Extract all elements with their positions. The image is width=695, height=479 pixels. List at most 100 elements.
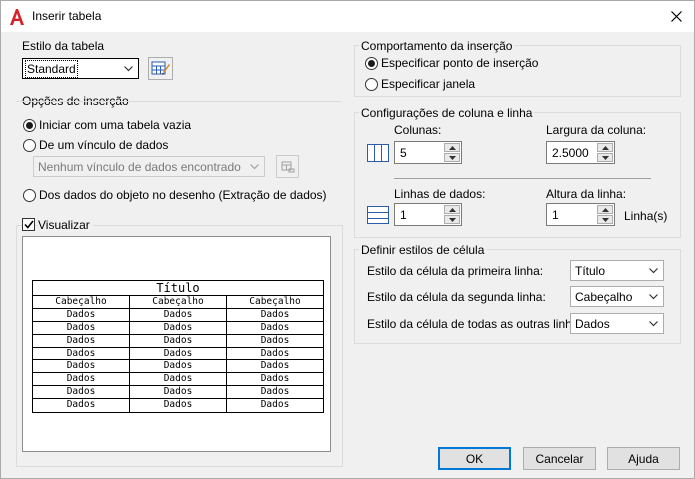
preview-data-cell: Dados	[130, 347, 227, 360]
preview-data-cell: Dados	[130, 321, 227, 334]
radio-extract-data-label: Dos dados do objeto no desenho (Extração…	[39, 188, 327, 202]
preview-header-cell: Cabeçalho	[249, 296, 301, 307]
preview-data-cell: Dados	[260, 373, 290, 385]
second-row-style-select[interactable]: Cabeçalho	[570, 286, 664, 307]
table-brush-icon	[151, 61, 170, 75]
column-width-label: Largura da coluna:	[546, 123, 647, 137]
preview-checkbox-label: Visualizar	[38, 218, 93, 232]
spin-down-icon[interactable]	[597, 215, 613, 224]
columns-value: 5	[400, 146, 407, 160]
spinner-buttons	[597, 205, 613, 224]
radio-circle	[23, 188, 36, 202]
spinner-buttons	[597, 143, 613, 162]
spinner-buttons	[444, 205, 460, 224]
preview-data-cell: Dados	[130, 373, 227, 386]
radio-specify-point-label: Especificar ponto de inserção	[381, 56, 539, 70]
table-style-select[interactable]: Standard	[22, 58, 139, 79]
preview-data-cell: Dados	[33, 399, 130, 413]
preview-data-row: Dados Dados Dados	[33, 321, 323, 335]
preview-data-row: Dados Dados Dados	[33, 334, 323, 348]
table-preview: Título Cabeçalho Cabeçalho Cabeçalho Dad…	[22, 236, 331, 452]
preview-data-row: Dados Dados Dados	[33, 308, 323, 322]
radio-extract-data[interactable]: Dos dados do objeto no desenho (Extração…	[23, 188, 327, 202]
window-title: Inserir tabela	[32, 9, 102, 23]
preview-header-cell: Cabeçalho	[33, 296, 130, 308]
chevron-down-icon	[646, 314, 660, 333]
preview-data-cell: Dados	[260, 308, 290, 320]
rows-icon	[367, 206, 389, 224]
spinner-buttons	[444, 143, 460, 162]
row-height-label: Altura da linha:	[546, 187, 627, 201]
preview-data-row: Dados Dados Dados	[33, 399, 323, 413]
cell-styles-label: Definir estilos de célula	[359, 243, 487, 257]
preview-data-cell: Dados	[130, 386, 227, 399]
close-icon[interactable]	[665, 5, 687, 27]
first-row-style-label: Estilo da célula da primeira linha:	[367, 264, 544, 278]
preview-table: Título Cabeçalho Cabeçalho Cabeçalho Dad…	[32, 280, 324, 414]
spin-up-icon[interactable]	[597, 143, 613, 152]
radio-empty-table-label: Iniciar com uma tabela vazia	[39, 118, 192, 132]
spin-up-icon[interactable]	[444, 143, 460, 152]
spin-down-icon[interactable]	[597, 153, 613, 162]
help-button[interactable]: Ajuda	[607, 447, 680, 470]
preview-data-row: Dados Dados Dados	[33, 360, 323, 374]
insert-table-dialog: Inserir tabela Estilo da tabela Standard…	[0, 0, 695, 479]
data-link-manager-button[interactable]	[276, 155, 299, 178]
preview-data-cell: Dados	[33, 334, 130, 347]
preview-data-cell: Dados	[33, 321, 130, 334]
table-style-dialog-button[interactable]	[148, 57, 173, 80]
checkmark-icon	[23, 220, 34, 229]
data-rows-value: 1	[400, 208, 407, 222]
columns-icon	[367, 144, 389, 162]
preview-data-cell: Dados	[260, 399, 290, 411]
preview-data-cell: Dados	[33, 373, 130, 386]
data-rows-label: Linhas de dados:	[394, 187, 486, 201]
column-row-settings-label: Configurações de coluna e linha	[359, 106, 535, 120]
preview-data-cell: Dados	[33, 347, 130, 360]
preview-data-cell: Dados	[33, 308, 130, 321]
preview-data-cell: Dados	[260, 321, 290, 333]
data-link-select[interactable]: Nenhum vínculo de dados encontrado	[33, 156, 265, 177]
ok-button[interactable]: OK	[438, 447, 511, 470]
radio-specify-window[interactable]: Especificar janela	[365, 77, 475, 91]
preview-checkbox[interactable]	[22, 218, 35, 231]
first-row-style-value: Título	[575, 263, 606, 278]
column-width-spinner[interactable]: 2.5000	[546, 141, 615, 164]
other-rows-style-select[interactable]: Dados	[570, 313, 664, 334]
radio-empty-table[interactable]: Iniciar com uma tabela vazia	[23, 118, 191, 132]
radio-circle	[365, 56, 378, 70]
radio-circle	[23, 118, 36, 132]
radio-circle	[23, 138, 36, 152]
cancel-button[interactable]: Cancelar	[523, 447, 596, 470]
preview-header-row: Cabeçalho Cabeçalho Cabeçalho	[33, 296, 323, 309]
data-link-select-value: Nenhum vínculo de dados encontrado	[38, 159, 241, 174]
preview-data-cell: Dados	[130, 308, 227, 321]
columns-spinner[interactable]: 5	[394, 141, 462, 164]
spin-down-icon[interactable]	[444, 215, 460, 224]
preview-data-cell: Dados	[130, 360, 227, 373]
preview-data-row: Dados Dados Dados	[33, 347, 323, 361]
chevron-down-icon	[646, 261, 660, 280]
preview-data-cell: Dados	[33, 386, 130, 399]
other-rows-style-value: Dados	[575, 316, 610, 331]
data-rows-spinner[interactable]: 1	[394, 203, 462, 226]
spin-down-icon[interactable]	[444, 153, 460, 162]
preview-data-cell: Dados	[130, 334, 227, 347]
preview-data-cell: Dados	[260, 347, 290, 359]
row-height-spinner[interactable]: 1	[546, 203, 615, 226]
radio-specify-point[interactable]: Especificar ponto de inserção	[365, 56, 538, 70]
spin-up-icon[interactable]	[597, 205, 613, 214]
title-bar: Inserir tabela	[1, 1, 694, 32]
chevron-down-icon	[646, 287, 660, 306]
chevron-down-icon	[247, 157, 261, 176]
row-height-value: 1	[552, 208, 559, 222]
insertion-behavior-label: Comportamento da inserção	[359, 39, 515, 53]
preview-data-cell: Dados	[260, 360, 290, 372]
radio-specify-window-label: Especificar janela	[381, 77, 476, 91]
row-height-unit: Linha(s)	[624, 209, 668, 223]
radio-data-link[interactable]: De um vínculo de dados	[23, 138, 168, 152]
column-width-value: 2.5000	[552, 146, 589, 160]
spin-up-icon[interactable]	[444, 205, 460, 214]
settings-divider	[394, 178, 651, 179]
first-row-style-select[interactable]: Título	[570, 260, 664, 281]
